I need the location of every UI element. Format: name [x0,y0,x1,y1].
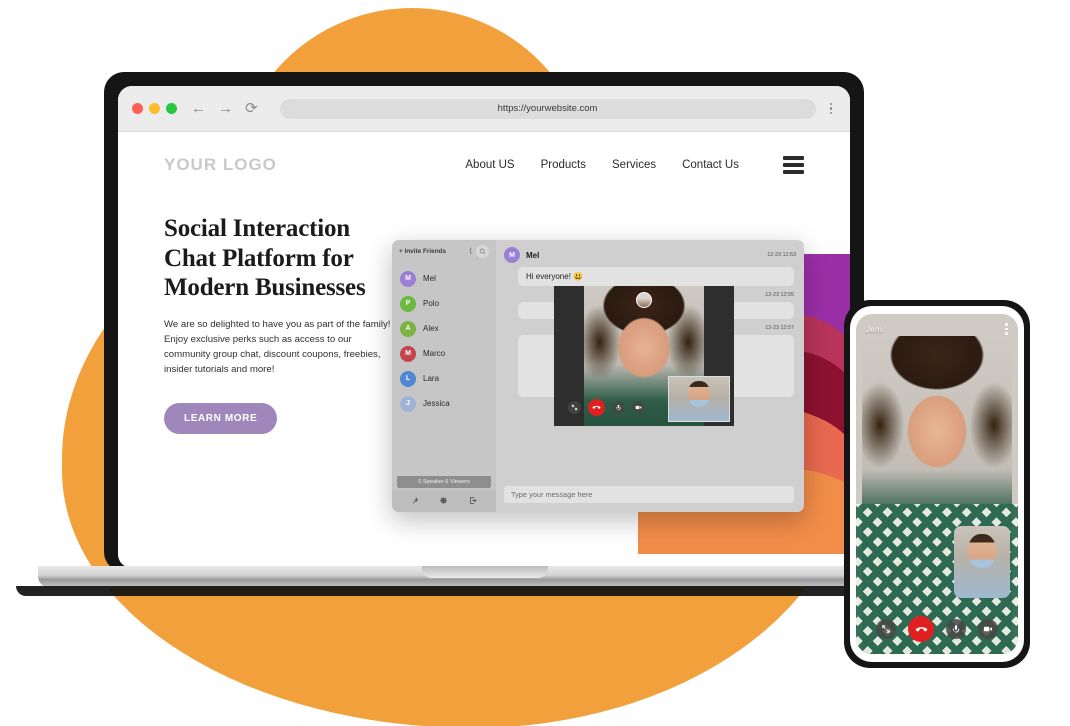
nav-links: About US Products Services Contact Us [465,156,804,174]
message-header: M Mel 12-23 12:53 [496,240,804,263]
sidebar-toolbar [392,490,496,512]
list-item[interactable]: M Marco [400,341,496,366]
avatar: M [400,270,416,287]
phone-device: Jem [850,306,1024,662]
contact-name: Lara [423,374,440,383]
chat-application-window: + Invite Friends ⟨ M Mel P Polo A Alex M… [392,240,804,512]
phone-self-view-thumbnail[interactable] [954,526,1010,598]
chevron-left-icon[interactable]: ⟨ [469,247,472,255]
avatar: P [400,295,416,312]
learn-more-button[interactable]: LEARN MORE [164,403,278,435]
nav-item-services[interactable]: Services [612,159,656,171]
camera-icon[interactable] [632,401,645,414]
message-timestamp: 12-23 12:55 [765,292,794,298]
reload-icon[interactable]: ⟳ [245,101,258,116]
pin-icon[interactable] [410,492,419,510]
avatar: M [504,247,520,263]
phone-call-header: Jem [866,323,1008,335]
exit-icon[interactable] [469,492,478,510]
list-item[interactable]: L Lara [400,366,496,391]
avatar: L [400,370,416,387]
close-button[interactable] [132,103,143,114]
end-call-icon[interactable] [588,399,605,416]
browser-menu-icon[interactable] [826,102,837,115]
chat-sidebar: + Invite Friends ⟨ M Mel P Polo A Alex M… [392,240,496,512]
message-bubble: Hi everyone! 😃 [518,267,794,286]
back-icon[interactable]: ← [191,101,206,116]
laptop-base [38,566,932,588]
status-badge: 0 Speaker 6 Viewers [397,476,491,488]
thumbnail-face [688,381,710,407]
sidebar-header: + Invite Friends ⟨ [392,240,496,262]
phone-call-controls [856,616,1018,642]
search-icon[interactable] [476,244,489,258]
contact-list: M Mel P Polo A Alex M Marco L Lara J Jes… [392,262,496,416]
contact-name: Mel [423,274,436,283]
minimize-button[interactable] [149,103,160,114]
video-participant-badge [636,292,652,308]
illustration-canvas: ← → ⟳ https://yourwebsite.com YOUR LOGO … [0,0,1070,726]
avatar: J [400,395,416,412]
microphone-icon[interactable] [946,619,966,639]
nav-item-about[interactable]: About US [465,159,514,171]
browser-chrome: ← → ⟳ https://yourwebsite.com [118,86,850,132]
site-logo[interactable]: YOUR LOGO [164,155,277,175]
contact-name: Jessica [423,399,450,408]
chat-conversation-panel: M Mel 12-23 12:53 Hi everyone! 😃 12-23 1… [496,240,804,512]
message-input[interactable]: Type your message here [504,486,794,503]
hamburger-icon[interactable] [783,156,804,174]
forward-icon[interactable]: → [218,101,233,116]
avatar: M [400,345,416,362]
end-call-icon[interactable] [908,616,934,642]
message-timestamp: 12-23 12:57 [765,325,794,331]
list-item[interactable]: J Jessica [400,391,496,416]
url-bar[interactable]: https://yourwebsite.com [279,98,816,119]
gear-icon[interactable] [439,492,448,510]
hero-section: Social Interaction Chat Platform for Mod… [164,214,392,435]
phone-caller-name: Jem [866,323,883,334]
contact-name: Marco [423,349,446,358]
laptop-foot-shadow [16,586,954,596]
hero-body-text: We are so delighted to have you as part … [164,318,391,375]
message-sender-name: Mel [526,250,540,260]
page-title: Social Interaction Chat Platform for Mod… [164,215,366,301]
screen-share-icon[interactable] [568,401,581,414]
nav-item-contact[interactable]: Contact Us [682,159,739,171]
list-item[interactable]: M Mel [400,266,496,291]
video-participant-thumbnail[interactable] [668,376,730,422]
video-call-stage [554,286,734,426]
message-timestamp: 12-23 12:53 [767,252,796,258]
phone-screen: Jem [856,314,1018,654]
list-item[interactable]: A Alex [400,316,496,341]
expand-icon[interactable] [876,619,896,639]
nav-item-products[interactable]: Products [541,159,586,171]
list-item[interactable]: P Polo [400,291,496,316]
contact-name: Alex [423,324,439,333]
microphone-icon[interactable] [612,401,625,414]
video-call-controls [568,399,645,416]
maximize-button[interactable] [166,103,177,114]
site-navbar: YOUR LOGO About US Products Services Con… [118,132,850,198]
contact-name: Polo [423,299,440,308]
thumbnail-face [968,534,996,568]
window-traffic-lights [132,103,177,114]
avatar: A [400,320,416,337]
kebab-menu-icon[interactable] [1005,323,1008,335]
invite-friends-button[interactable]: + Invite Friends [399,248,446,255]
camera-icon[interactable] [978,619,998,639]
